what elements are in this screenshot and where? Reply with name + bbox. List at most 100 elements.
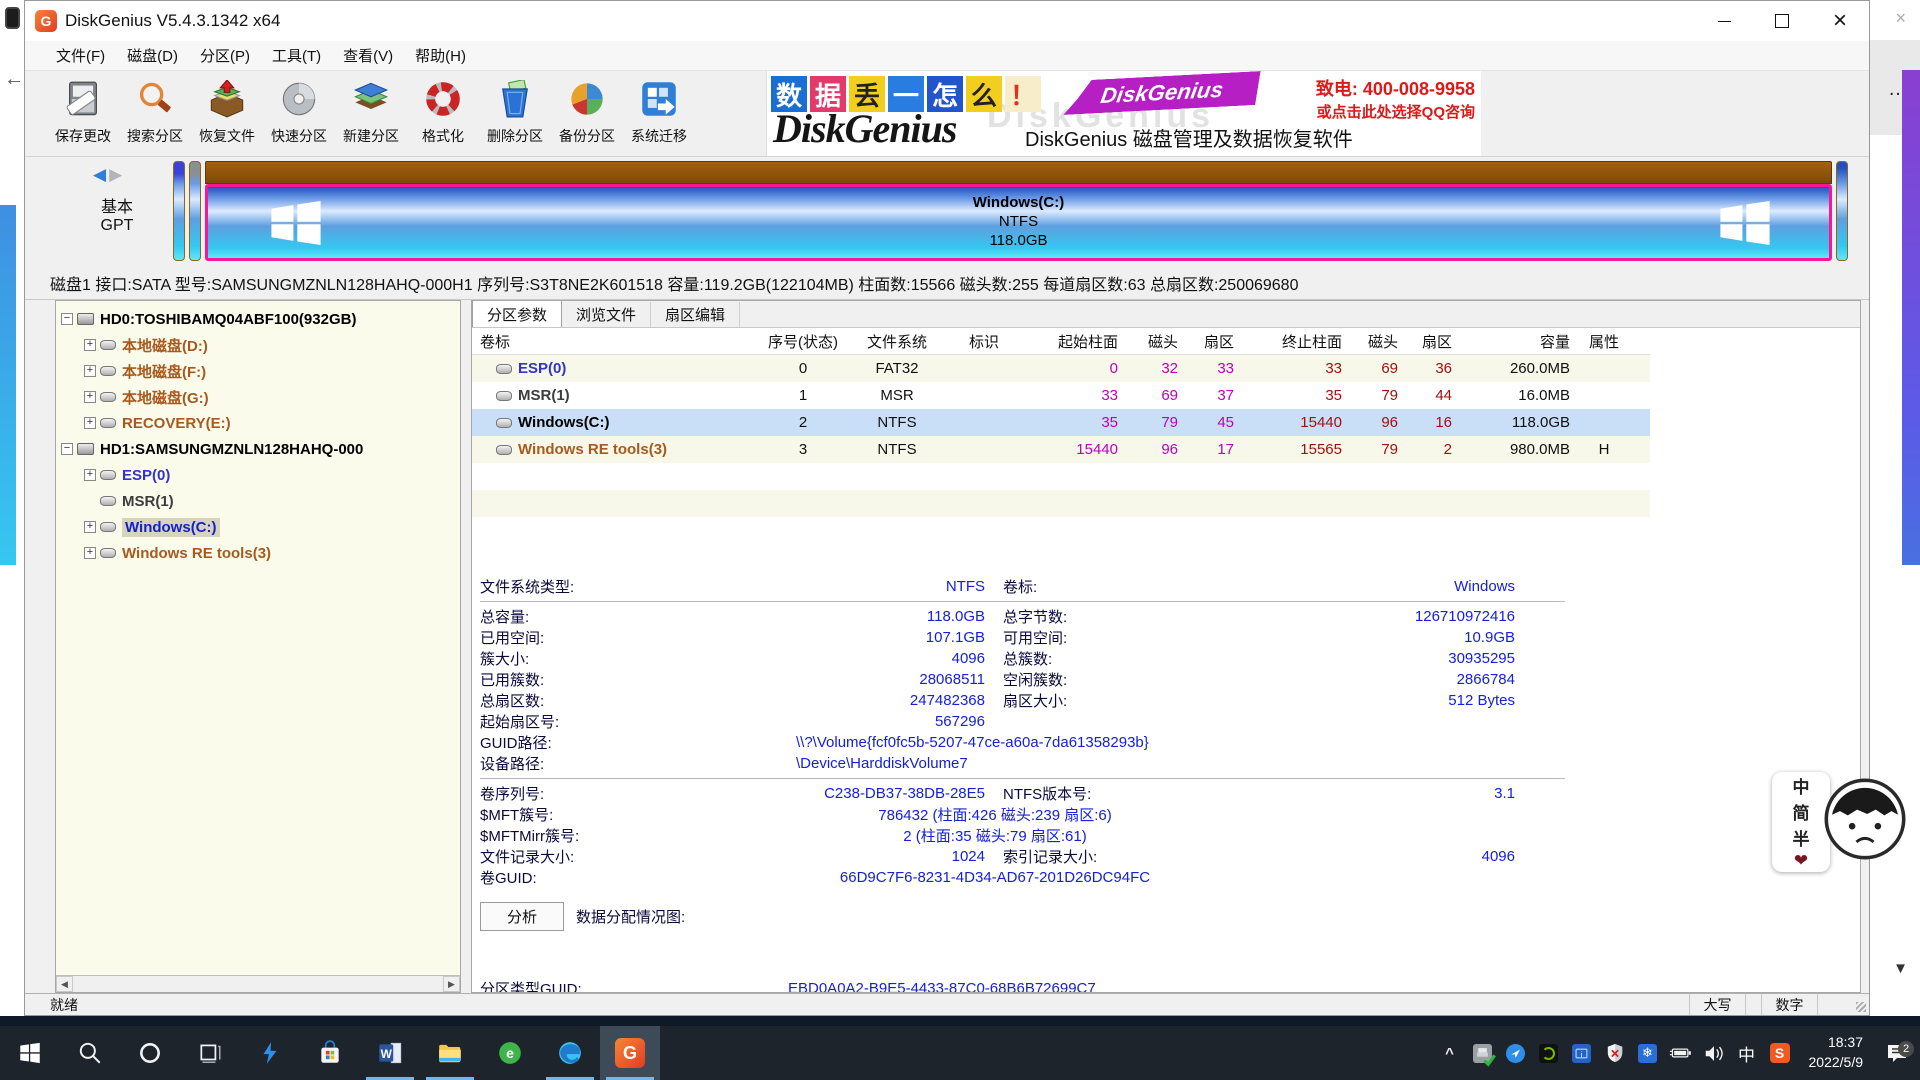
sogou-ime-widget[interactable]: 中简半❤ <box>1772 768 1912 876</box>
partition-windows-c-bar[interactable]: Windows(C:) NTFS 118.0GB <box>205 184 1832 261</box>
tab-2[interactable]: 扇区编辑 <box>651 302 740 327</box>
analyze-button[interactable]: 分析 <box>480 902 564 931</box>
tray-volume-icon[interactable] <box>1702 1041 1726 1065</box>
prev-disk-icon[interactable]: ◀ <box>93 165 106 184</box>
sogou-option-3[interactable]: ❤ <box>1794 851 1808 871</box>
menu-item-5[interactable]: 帮助(H) <box>406 42 475 69</box>
toolbar-backup-button[interactable]: 备份分区 <box>551 77 623 146</box>
taskbar-search-button[interactable] <box>60 1026 120 1080</box>
minimize-button[interactable] <box>1695 1 1753 41</box>
partition-icon <box>100 548 116 558</box>
partition-re-tools-bar[interactable] <box>1836 161 1848 261</box>
tray-sogou-icon[interactable]: S <box>1768 1041 1792 1065</box>
scrollbar-track[interactable] <box>73 976 443 992</box>
taskbar-store-button[interactable] <box>300 1026 360 1080</box>
scroll-right-icon[interactable]: ▶ <box>443 976 460 992</box>
detail-value: 107.1GB <box>655 629 985 646</box>
taskbar-start-button[interactable] <box>0 1026 60 1080</box>
tree-item-4[interactable]: +RECOVERY(E:) <box>56 410 460 436</box>
column-header: 卷标 <box>472 331 760 352</box>
next-disk-icon[interactable]: ▶ <box>109 165 122 184</box>
taskbar-edge-button[interactable] <box>540 1026 600 1080</box>
tray-intel-icon[interactable]: i <box>1570 1041 1594 1065</box>
toolbar-quick-button[interactable]: 快速分区 <box>263 77 335 146</box>
expand-plus-icon[interactable]: + <box>84 547 96 559</box>
tray-snowflake-icon[interactable]: ❄ <box>1636 1041 1660 1065</box>
taskbar-word-button[interactable]: W <box>360 1026 420 1080</box>
partition-msr-bar[interactable] <box>189 161 201 261</box>
tree-item-1[interactable]: +本地磁盘(D:) <box>56 332 460 358</box>
table-cell: 44 <box>1404 387 1458 404</box>
titlebar[interactable]: G DiskGenius V5.4.3.1342 x64 <box>25 1 1869 41</box>
scroll-left-icon[interactable]: ◀ <box>56 976 73 992</box>
taskbar-explorer-button[interactable] <box>420 1026 480 1080</box>
tray-tray-expand-icon[interactable]: ^ <box>1438 1041 1462 1065</box>
sogou-option-2[interactable]: 半 <box>1793 825 1810 850</box>
taskbar-ie-button[interactable]: e <box>480 1026 540 1080</box>
sogou-option-1[interactable]: 简 <box>1793 799 1810 824</box>
toolbar: 保存更改搜索分区恢复文件快速分区新建分区格式化删除分区备份分区系统迁移 Disk… <box>25 71 1869 157</box>
tray-printer-icon[interactable] <box>1471 1041 1495 1065</box>
taskbar-flash-button[interactable] <box>240 1026 300 1080</box>
resize-grip[interactable] <box>1817 994 1869 1015</box>
tab-0[interactable]: 分区参数 <box>472 300 562 327</box>
toolbar-format-button[interactable]: 格式化 <box>407 77 479 146</box>
tree-item-8[interactable]: +Windows(C:) <box>56 514 460 540</box>
tree-item-6[interactable]: +ESP(0) <box>56 462 460 488</box>
expand-plus-icon[interactable]: + <box>84 339 96 351</box>
tray-messenger-icon[interactable] <box>1504 1041 1528 1065</box>
table-cell: 35 <box>1240 387 1348 404</box>
tray-ime-chinese-icon[interactable]: 中 <box>1735 1041 1759 1065</box>
tree-horizontal-scrollbar[interactable]: ◀ ▶ <box>56 975 460 992</box>
toolbar-search-button[interactable]: 搜索分区 <box>119 77 191 146</box>
detail-value: 118.0GB <box>655 608 985 625</box>
taskbar-clock[interactable]: 18:372022/5/9 <box>1801 1033 1872 1072</box>
table-row-esp-0-[interactable]: ESP(0)0FAT3203233336936260.0MB <box>472 355 1650 382</box>
toolbar-migrate-button[interactable]: 系统迁移 <box>623 77 695 146</box>
menu-item-2[interactable]: 分区(P) <box>191 42 259 69</box>
tree-item-2[interactable]: +本地磁盘(F:) <box>56 358 460 384</box>
table-row-msr-1-[interactable]: MSR(1)1MSR33693735794416.0MB <box>472 382 1650 409</box>
notification-center-button[interactable]: 2 <box>1880 1043 1914 1063</box>
menu-item-1[interactable]: 磁盘(D) <box>118 42 187 69</box>
tree-item-3[interactable]: +本地磁盘(G:) <box>56 384 460 410</box>
svg-text:e: e <box>506 1045 514 1061</box>
expand-plus-icon[interactable]: + <box>84 365 96 377</box>
banner-qq-link[interactable]: 或点击此处选择QQ咨询 <box>1316 101 1475 122</box>
expand-plus-icon[interactable]: + <box>84 521 96 533</box>
close-button[interactable] <box>1811 1 1869 41</box>
tree-item-0[interactable]: −HD0:TOSHIBAMQ04ABF100(932GB) <box>56 306 460 332</box>
tree-item-5[interactable]: −HD1:SAMSUNGMZNLN128HAHQ-000 <box>56 436 460 462</box>
maximize-button[interactable] <box>1753 1 1811 41</box>
menu-item-4[interactable]: 查看(V) <box>334 42 402 69</box>
table-row-windows-re-tools-3-[interactable]: Windows RE tools(3)3NTFS1544096171556579… <box>472 436 1650 463</box>
expand-plus-icon[interactable]: + <box>84 469 96 481</box>
toolbar-recover-button[interactable]: 恢复文件 <box>191 77 263 146</box>
collapse-minus-icon[interactable]: − <box>61 443 73 455</box>
taskbar-diskgenius-button[interactable]: G <box>600 1026 660 1080</box>
taskbar-taskview-button[interactable] <box>180 1026 240 1080</box>
collapse-minus-icon[interactable]: − <box>61 313 73 325</box>
menu-item-0[interactable]: 文件(F) <box>47 42 114 69</box>
taskbar-cortana-button[interactable] <box>120 1026 180 1080</box>
tray-security-shield-icon[interactable] <box>1603 1041 1627 1065</box>
tree-item-7[interactable]: MSR(1) <box>56 488 460 514</box>
toolbar-delete-button[interactable]: 删除分区 <box>479 77 551 146</box>
table-row-windows-c-[interactable]: Windows(C:)2NTFS357945154409616118.0GB <box>472 409 1650 436</box>
tray-nvidia-icon[interactable] <box>1537 1041 1561 1065</box>
toolbar-save-button[interactable]: 保存更改 <box>47 77 119 146</box>
ad-banner[interactable]: DiskGenius 数据丢一怎么！ DiskGenius 致电: 400-00… <box>766 71 1481 156</box>
toolbar-new-button[interactable]: 新建分区 <box>335 77 407 146</box>
detail-value: 10.9GB <box>1193 629 1515 646</box>
expand-plus-icon[interactable]: + <box>84 417 96 429</box>
partition-bar: Windows(C:) NTFS 118.0GB <box>173 161 1848 261</box>
tree-item-9[interactable]: +Windows RE tools(3) <box>56 540 460 566</box>
panel-splitter[interactable] <box>461 300 471 993</box>
sogou-option-0[interactable]: 中 <box>1793 773 1810 798</box>
tray-power-icon[interactable] <box>1669 1041 1693 1065</box>
tab-1[interactable]: 浏览文件 <box>562 302 651 327</box>
partition-esp-bar[interactable] <box>173 161 185 261</box>
table-cell: 69 <box>1124 387 1184 404</box>
expand-plus-icon[interactable]: + <box>84 391 96 403</box>
menu-item-3[interactable]: 工具(T) <box>263 42 330 69</box>
